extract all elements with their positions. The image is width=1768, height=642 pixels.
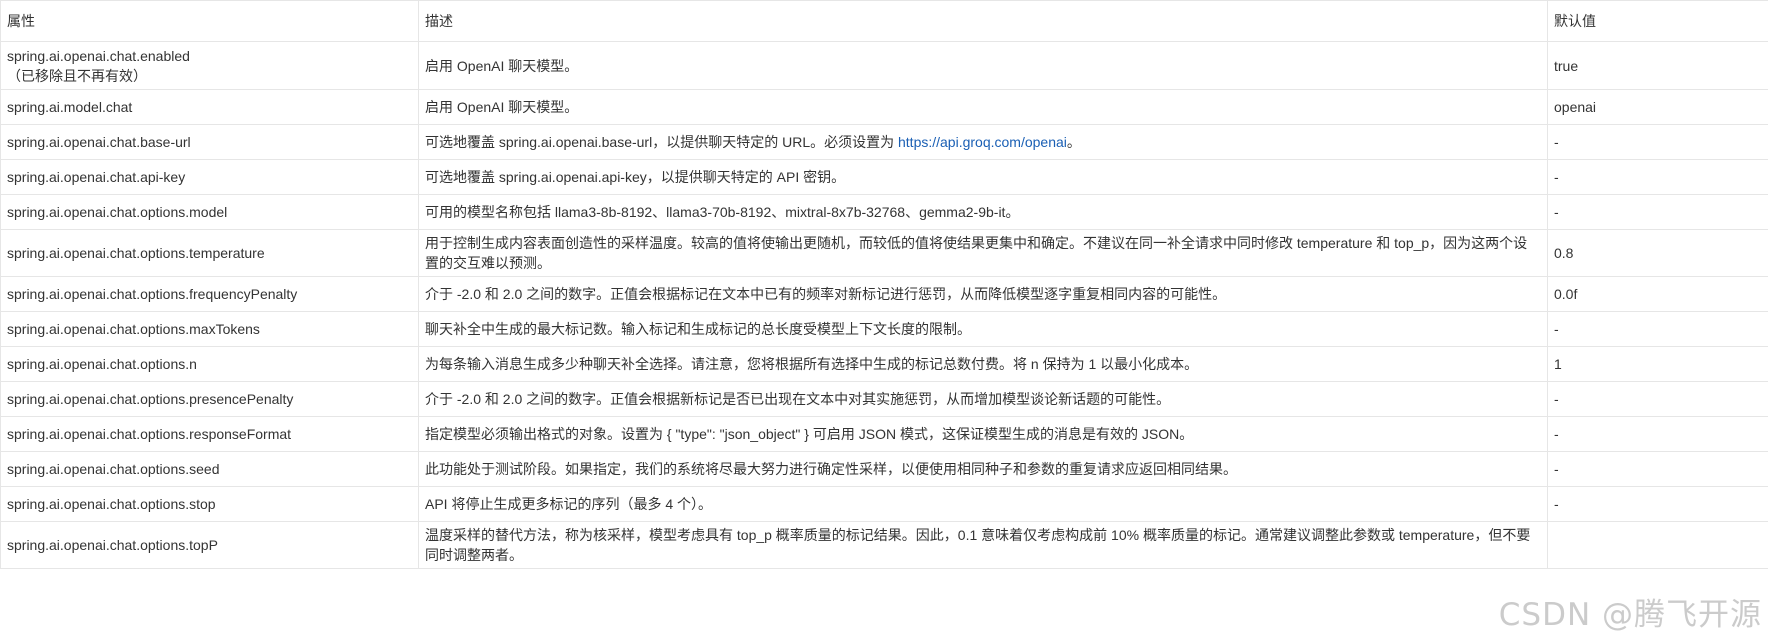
cell-description: 为每条输入消息生成多少种聊天补全选择。请注意，您将根据所有选择中生成的标记总数付… bbox=[418, 346, 1548, 382]
header-default: 默认值 bbox=[1547, 0, 1768, 42]
cell-property: spring.ai.model.chat bbox=[0, 89, 419, 125]
cell-description: 启用 OpenAI 聊天模型。 bbox=[418, 89, 1548, 125]
cell-description: API 将停止生成更多标记的序列（最多 4 个）。 bbox=[418, 486, 1548, 522]
table-row: spring.ai.openai.chat.options.frequencyP… bbox=[0, 276, 1768, 312]
property-note: （已移除且不再有效） bbox=[7, 67, 147, 84]
groq-openai-link[interactable]: https://api.groq.com/openai bbox=[898, 134, 1067, 150]
properties-table: 属性 描述 默认值 spring.ai.openai.chat.enabled … bbox=[0, 0, 1768, 569]
cell-property: spring.ai.openai.chat.options.seed bbox=[0, 451, 419, 487]
cell-default: 0.0f bbox=[1547, 276, 1768, 312]
cell-default: - bbox=[1547, 124, 1768, 160]
description-text: 可选地覆盖 spring.ai.openai.base-url，以提供聊天特定的… bbox=[425, 134, 898, 150]
table-row: spring.ai.openai.chat.enabled （已移除且不再有效）… bbox=[0, 41, 1768, 90]
table-row: spring.ai.model.chat 启用 OpenAI 聊天模型。 ope… bbox=[0, 89, 1768, 125]
cell-description: 可选地覆盖 spring.ai.openai.api-key，以提供聊天特定的 … bbox=[418, 159, 1548, 195]
cell-description: 指定模型必须输出格式的对象。设置为 { "type": "json_object… bbox=[418, 416, 1548, 452]
cell-description: 介于 -2.0 和 2.0 之间的数字。正值会根据新标记是否已出现在文本中对其实… bbox=[418, 381, 1548, 417]
properties-table-container: 属性 描述 默认值 spring.ai.openai.chat.enabled … bbox=[0, 0, 1768, 569]
cell-default: - bbox=[1547, 381, 1768, 417]
table-row: spring.ai.openai.chat.base-url 可选地覆盖 spr… bbox=[0, 124, 1768, 160]
cell-default: - bbox=[1547, 486, 1768, 522]
header-description: 描述 bbox=[418, 0, 1548, 42]
cell-description: 介于 -2.0 和 2.0 之间的数字。正值会根据标记在文本中已有的频率对新标记… bbox=[418, 276, 1548, 312]
table-row: spring.ai.openai.chat.options.presencePe… bbox=[0, 381, 1768, 417]
cell-property: spring.ai.openai.chat.base-url bbox=[0, 124, 419, 160]
cell-default: openai bbox=[1547, 89, 1768, 125]
cell-property: spring.ai.openai.chat.options.n bbox=[0, 346, 419, 382]
cell-property: spring.ai.openai.chat.options.maxTokens bbox=[0, 311, 419, 347]
cell-default: 1 bbox=[1547, 346, 1768, 382]
table-row: spring.ai.openai.chat.options.maxTokens … bbox=[0, 311, 1768, 347]
cell-property: spring.ai.openai.chat.enabled （已移除且不再有效） bbox=[0, 41, 419, 90]
table-row: spring.ai.openai.chat.options.temperatur… bbox=[0, 229, 1768, 277]
cell-default: - bbox=[1547, 159, 1768, 195]
cell-description: 用于控制生成内容表面创造性的采样温度。较高的值将使输出更随机，而较低的值将使结果… bbox=[418, 229, 1548, 277]
cell-description: 启用 OpenAI 聊天模型。 bbox=[418, 41, 1548, 90]
cell-property: spring.ai.openai.chat.options.frequencyP… bbox=[0, 276, 419, 312]
cell-description: 可选地覆盖 spring.ai.openai.base-url，以提供聊天特定的… bbox=[418, 124, 1548, 160]
table-row: spring.ai.openai.chat.options.topP 温度采样的… bbox=[0, 521, 1768, 569]
table-row: spring.ai.openai.chat.options.responseFo… bbox=[0, 416, 1768, 452]
cell-description: 聊天补全中生成的最大标记数。输入标记和生成标记的总长度受模型上下文长度的限制。 bbox=[418, 311, 1548, 347]
cell-default: - bbox=[1547, 416, 1768, 452]
cell-property: spring.ai.openai.chat.api-key bbox=[0, 159, 419, 195]
cell-property: spring.ai.openai.chat.options.presencePe… bbox=[0, 381, 419, 417]
cell-default bbox=[1547, 521, 1768, 569]
cell-default: 0.8 bbox=[1547, 229, 1768, 277]
table-header-row: 属性 描述 默认值 bbox=[0, 0, 1768, 42]
cell-description: 可用的模型名称包括 llama3-8b-8192、llama3-70b-8192… bbox=[418, 194, 1548, 230]
cell-property: spring.ai.openai.chat.options.responseFo… bbox=[0, 416, 419, 452]
table-row: spring.ai.openai.chat.options.n 为每条输入消息生… bbox=[0, 346, 1768, 382]
cell-default: - bbox=[1547, 451, 1768, 487]
table-row: spring.ai.openai.chat.options.stop API 将… bbox=[0, 486, 1768, 522]
cell-default: true bbox=[1547, 41, 1768, 90]
cell-property: spring.ai.openai.chat.options.temperatur… bbox=[0, 229, 419, 277]
table-row: spring.ai.openai.chat.options.seed 此功能处于… bbox=[0, 451, 1768, 487]
property-name: spring.ai.openai.chat.enabled bbox=[7, 47, 190, 64]
description-text-end: 。 bbox=[1066, 134, 1081, 150]
cell-property: spring.ai.openai.chat.options.stop bbox=[0, 486, 419, 522]
header-property: 属性 bbox=[0, 0, 419, 42]
csdn-watermark: CSDN @腾飞开源 bbox=[1498, 597, 1762, 633]
cell-description: 温度采样的替代方法，称为核采样，模型考虑具有 top_p 概率质量的标记结果。因… bbox=[418, 521, 1548, 569]
cell-default: - bbox=[1547, 311, 1768, 347]
table-row: spring.ai.openai.chat.options.model 可用的模… bbox=[0, 194, 1768, 230]
cell-default: - bbox=[1547, 194, 1768, 230]
cell-description: 此功能处于测试阶段。如果指定，我们的系统将尽最大努力进行确定性采样，以便使用相同… bbox=[418, 451, 1548, 487]
table-row: spring.ai.openai.chat.api-key 可选地覆盖 spri… bbox=[0, 159, 1768, 195]
cell-property: spring.ai.openai.chat.options.model bbox=[0, 194, 419, 230]
cell-property: spring.ai.openai.chat.options.topP bbox=[0, 521, 419, 569]
